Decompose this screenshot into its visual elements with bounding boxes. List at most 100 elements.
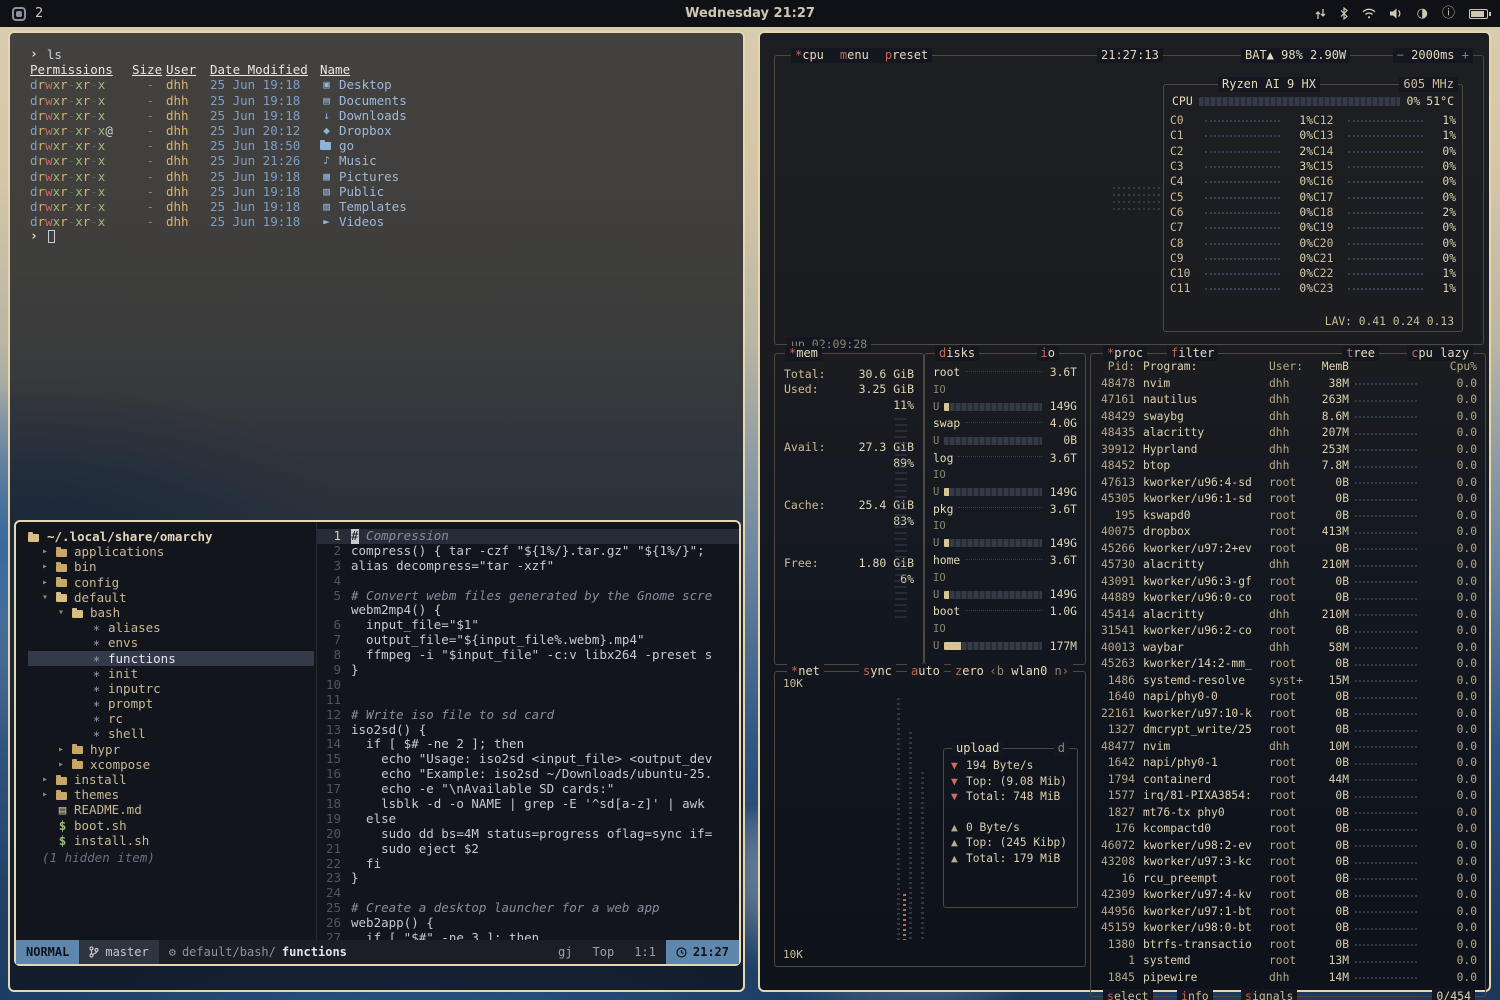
tree-item[interactable]: ▸ config [28, 575, 316, 590]
process-row[interactable]: 40075 dropbox root 413M 0.0 [1091, 524, 1485, 541]
process-row[interactable]: 47161 nautilus dhh 263M 0.0 [1091, 392, 1485, 409]
code-line[interactable]: 5 # Convert webm files generated by the … [317, 589, 739, 604]
header-cpu[interactable]: Cpu% [1423, 360, 1479, 373]
upload-hotkey[interactable]: d [1054, 741, 1069, 756]
tree-toggle-label[interactable]: tree [1346, 346, 1375, 361]
tree-item[interactable]: prompt [28, 696, 316, 711]
tree-item[interactable]: ▸ xcompose [28, 757, 316, 772]
code-line[interactable]: 21 sudo eject $2 [317, 842, 739, 857]
process-row[interactable]: 43208 kworker/u97:3-kc root 0B 0.0 [1091, 854, 1485, 871]
code-line[interactable]: 4 [317, 574, 739, 589]
process-row[interactable]: 176 kcompactd0 root 0B 0.0 [1091, 821, 1485, 838]
process-row[interactable]: 46072 kworker/u98:2-ev root 0B 0.0 [1091, 837, 1485, 854]
bluetooth-icon[interactable] [1340, 7, 1348, 20]
updates-icon[interactable] [1315, 8, 1326, 20]
code-line[interactable]: 1 # Compression [317, 529, 739, 544]
process-row[interactable]: 1 systemd root 13M 0.0 [1091, 953, 1485, 970]
tree-item[interactable]: rc [28, 711, 316, 726]
process-row[interactable]: 1380 btrfs-transactio root 0B 0.0 [1091, 936, 1485, 953]
process-row[interactable]: 48477 nvim dhh 10M 0.0 [1091, 738, 1485, 755]
process-row[interactable]: 1640 napi/phy0-0 root 0B 0.0 [1091, 689, 1485, 706]
code-line[interactable]: 3 alias decompress="tar -xzf" [317, 559, 739, 574]
volume-icon[interactable] [1390, 8, 1403, 19]
process-row[interactable]: 45414 alacritty dhh 210M 0.0 [1091, 606, 1485, 623]
prev-interface-button[interactable]: ‹b [990, 664, 1004, 678]
process-row[interactable]: 45266 kworker/u97:2+ev root 0B 0.0 [1091, 540, 1485, 557]
code-line[interactable]: 13 iso2sd() { [317, 723, 739, 738]
cpu-lazy-label[interactable]: cpu lazy [1411, 346, 1469, 361]
tab-preset[interactable]: preset [885, 48, 928, 63]
tree-item[interactable]: boot.sh [28, 818, 316, 833]
code-line[interactable]: 16 echo "Example: iso2sd ~/Downloads/ubu… [317, 767, 739, 782]
interval-minus-button[interactable]: − [1397, 48, 1404, 62]
process-row[interactable]: 45263 kworker/14:2-mm_ root 0B 0.0 [1091, 656, 1485, 673]
next-interface-button[interactable]: n› [1055, 664, 1069, 678]
sync-label[interactable]: sync [863, 664, 892, 679]
tree-item[interactable]: ▸ bin [28, 559, 316, 574]
workspace-number[interactable]: 2 [35, 6, 43, 21]
process-row[interactable]: 48478 nvim dhh 38M 0.0 [1091, 375, 1485, 392]
terminal-prompt-line[interactable]: › [30, 229, 743, 244]
tree-item[interactable]: shell [28, 726, 316, 741]
process-row[interactable]: 40013 waybar dhh 58M 0.0 [1091, 639, 1485, 656]
code-line[interactable]: 17 echo -e "\nAvailable SD cards:" [317, 782, 739, 797]
process-row[interactable]: 31541 kworker/u96:2-co root 0B 0.0 [1091, 623, 1485, 640]
process-row[interactable]: 1827 mt76-tx phy0 root 0B 0.0 [1091, 804, 1485, 821]
code-line[interactable]: 2 compress() { tar -czf "${1%/}.tar.gz" … [317, 544, 739, 559]
process-row[interactable]: 45305 kworker/u96:1-sd root 0B 0.0 [1091, 491, 1485, 508]
process-row[interactable]: 48429 swaybg dhh 8.6M 0.0 [1091, 408, 1485, 425]
wifi-icon[interactable] [1362, 8, 1376, 19]
process-row[interactable]: 45159 kworker/u98:0-bt root 0B 0.0 [1091, 920, 1485, 937]
memory-title-label[interactable]: mem [789, 346, 818, 361]
process-row[interactable]: 48452 btop dhh 7.8M 0.0 [1091, 458, 1485, 475]
filter-label[interactable]: filter [1171, 346, 1214, 361]
tree-item[interactable]: init [28, 666, 316, 681]
signals-label[interactable]: signals [1245, 989, 1293, 1000]
process-row[interactable]: 1486 systemd-resolve syst+ 15M 0.0 [1091, 672, 1485, 689]
tree-root[interactable]: ~/.local/share/omarchy [28, 529, 316, 544]
tree-item[interactable]: ▸ themes [28, 787, 316, 802]
process-row[interactable]: 1642 napi/phy0-1 root 0B 0.0 [1091, 755, 1485, 772]
header-pid[interactable]: Pid: [1097, 360, 1143, 373]
code-line[interactable]: 20 sudo dd bs=4M status=progress oflag=s… [317, 827, 739, 842]
auto-label[interactable]: auto [911, 664, 940, 679]
code-line[interactable]: 25 # Create a desktop launcher for a web… [317, 901, 739, 916]
header-user[interactable]: User: [1269, 360, 1313, 373]
code-line[interactable]: 12 # Write iso file to sd card [317, 708, 739, 723]
workspace-indicator[interactable]: 2 [12, 6, 43, 21]
code-line[interactable]: 11 [317, 693, 739, 708]
header-mem[interactable]: MemB [1313, 360, 1349, 373]
tree-item[interactable]: functions [28, 651, 314, 666]
code-line[interactable]: 14 if [ $# -ne 2 ]; then [317, 737, 739, 752]
tree-item[interactable]: ▾ default [28, 590, 316, 605]
process-row[interactable]: 16 rcu_preempt root 0B 0.0 [1091, 870, 1485, 887]
brightness-icon[interactable]: ◑ [1417, 7, 1428, 20]
interval-plus-button[interactable]: + [1462, 48, 1469, 62]
code-line[interactable]: webm2mp4() { [317, 603, 739, 618]
process-row[interactable]: 42309 kworker/u97:4-kv root 0B 0.0 [1091, 887, 1485, 904]
select-label[interactable]: select [1107, 989, 1149, 1000]
process-row[interactable]: 48435 alacritty dhh 207M 0.0 [1091, 425, 1485, 442]
disks-title-label[interactable]: disks [939, 346, 975, 361]
code-line[interactable]: 19 else [317, 812, 739, 827]
process-row[interactable]: 39912 Hyprland dhh 253M 0.0 [1091, 441, 1485, 458]
io-title-label[interactable]: io [1041, 346, 1055, 361]
process-row[interactable]: 44956 kworker/u97:1-bt root 0B 0.0 [1091, 903, 1485, 920]
code-line[interactable]: 27 if [ "$#" -ne 3 ]; then [317, 931, 739, 940]
header-program[interactable]: Program: [1143, 360, 1269, 373]
tree-item[interactable]: aliases [28, 620, 316, 635]
process-row[interactable]: 1845 pipewire dhh 14M 0.0 [1091, 969, 1485, 986]
tree-item[interactable]: ▾ bash [28, 605, 316, 620]
process-row[interactable]: 1577 irq/81-PIXA3854: root 0B 0.0 [1091, 788, 1485, 805]
info-label[interactable]: info [1181, 989, 1209, 1000]
process-row[interactable]: 43091 kworker/u96:3-gf root 0B 0.0 [1091, 573, 1485, 590]
code-line[interactable]: 10 [317, 678, 739, 693]
info-icon[interactable]: ⓘ [1442, 7, 1455, 20]
process-row[interactable]: 47613 kworker/u96:4-sd root 0B 0.0 [1091, 474, 1485, 491]
process-row[interactable]: 22161 kworker/u97:10-k root 0B 0.0 [1091, 705, 1485, 722]
code-line[interactable]: 7 output_file="${input_file%.webm}.mp4" [317, 633, 739, 648]
launcher-icon[interactable] [12, 7, 26, 21]
process-row[interactable]: 45730 alacritty dhh 210M 0.0 [1091, 557, 1485, 574]
code-line[interactable]: 23 } [317, 871, 739, 886]
tree-item[interactable]: ▸ applications [28, 544, 316, 559]
